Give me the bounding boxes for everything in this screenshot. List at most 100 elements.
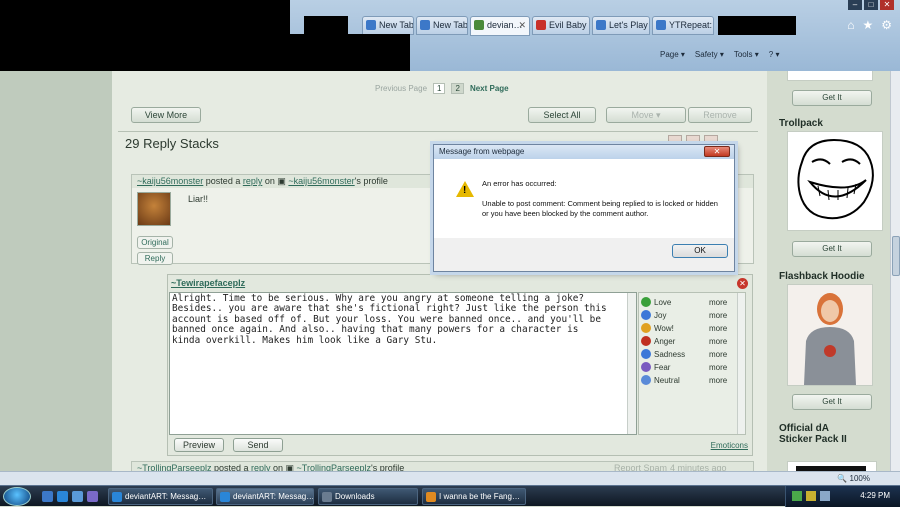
page-scrollbar[interactable] bbox=[890, 71, 900, 481]
redacted-region bbox=[290, 34, 410, 71]
get-it-button[interactable]: Get It bbox=[792, 241, 872, 257]
scrollbar-thumb[interactable] bbox=[892, 236, 900, 276]
media-player-icon[interactable] bbox=[87, 491, 98, 502]
ie-tab-icon bbox=[656, 20, 666, 30]
tab-ytrepeat[interactable]: YTRepeat:… bbox=[652, 16, 714, 35]
tab-new-tab-2[interactable]: New Tab bbox=[416, 16, 468, 35]
next-page-link[interactable]: Next Page bbox=[470, 84, 509, 93]
move-button[interactable]: Move ▾ bbox=[606, 107, 686, 123]
anger-emoticon-icon bbox=[641, 336, 651, 346]
hoodie-photo[interactable] bbox=[787, 284, 873, 386]
clock[interactable]: 4:29 PM bbox=[860, 491, 890, 500]
ok-button[interactable]: OK bbox=[672, 244, 728, 258]
mood-scrollbar[interactable] bbox=[737, 293, 745, 434]
comment-textarea[interactable]: Alright. Time to be serious. Why are you… bbox=[169, 292, 637, 435]
start-orb-icon[interactable] bbox=[3, 487, 31, 506]
sadness-emoticon-icon bbox=[641, 349, 651, 359]
product-title[interactable]: Official dA Sticker Pack II bbox=[779, 423, 849, 445]
remove-button[interactable]: Remove bbox=[688, 107, 752, 123]
system-tray: 4:29 PM bbox=[785, 486, 900, 507]
tab-deviantart[interactable]: devian… ✕ bbox=[470, 16, 530, 36]
message-dialog: Message from webpage ✕ ! An error has oc… bbox=[433, 144, 735, 272]
command-bar: Page ▾ Safety ▾ Tools ▾ ? ▾ bbox=[660, 50, 779, 59]
page-2-link[interactable]: 2 bbox=[451, 83, 464, 94]
firefox-icon bbox=[426, 492, 436, 502]
dialog-close-button[interactable]: ✕ bbox=[704, 146, 730, 157]
joy-emoticon-icon bbox=[641, 310, 651, 320]
tab-new-tab-1[interactable]: New Tab bbox=[362, 16, 414, 35]
get-it-button[interactable]: Get It bbox=[792, 394, 872, 410]
safety-menu[interactable]: Safety ▾ bbox=[695, 50, 724, 59]
section-divider bbox=[118, 131, 758, 132]
close-tab-icon[interactable]: ✕ bbox=[518, 17, 526, 34]
maximize-button[interactable]: □ bbox=[864, 0, 878, 10]
mood-anger[interactable]: Anger more bbox=[641, 336, 727, 346]
redacted-tab bbox=[304, 16, 348, 35]
original-button[interactable]: Original bbox=[137, 236, 173, 249]
reply-button[interactable]: Reply bbox=[137, 252, 173, 265]
emoticons-link[interactable]: Emoticons bbox=[711, 441, 748, 450]
textarea-scrollbar[interactable] bbox=[627, 293, 636, 434]
select-all-button[interactable]: Select All bbox=[528, 107, 596, 123]
hoodie-model-image bbox=[804, 293, 856, 385]
tab-lets-play[interactable]: Let's Play … bbox=[592, 16, 650, 35]
mood-wow[interactable]: Wow! more bbox=[641, 323, 727, 333]
taskbar-item-downloads[interactable]: Downloads bbox=[318, 488, 418, 505]
reply-form: ~Tewirapefaceplz ✕ Alright. Time to be s… bbox=[167, 274, 753, 456]
deviantart-tab-icon bbox=[474, 20, 484, 30]
taskbar-item-deviantart-2[interactable]: deviantART: Messag… bbox=[216, 488, 314, 505]
mood-joy[interactable]: Joy more bbox=[641, 310, 727, 320]
minimize-button[interactable]: – bbox=[848, 0, 862, 10]
ie-tab-icon bbox=[420, 20, 430, 30]
mood-neutral[interactable]: Neutral more bbox=[641, 375, 727, 385]
tab-evil-baby[interactable]: Evil Baby … bbox=[532, 16, 590, 35]
view-more-button[interactable]: View More bbox=[131, 107, 201, 123]
taskbar-item-deviantart-1[interactable]: deviantART: Messag… bbox=[108, 488, 213, 505]
mood-panel: Love more Joy more Wow! more Anger more Sadn… bbox=[638, 292, 746, 435]
reply-link[interactable]: reply bbox=[243, 176, 263, 186]
mood-love[interactable]: Love more bbox=[641, 297, 727, 307]
favorites-star-icon[interactable]: ★ bbox=[862, 18, 873, 32]
love-emoticon-icon bbox=[641, 297, 651, 307]
product-title[interactable]: Flashback Hoodie bbox=[779, 271, 865, 282]
taskbar-item-game[interactable]: I wanna be the Fang… bbox=[422, 488, 526, 505]
preview-button[interactable]: Preview bbox=[174, 438, 224, 452]
profile-icon: ▣ bbox=[277, 176, 289, 186]
favorites-buttons: ⌂ ★ ⚙ bbox=[847, 18, 892, 32]
window-controls: – □ ✕ bbox=[848, 0, 894, 10]
page-1-link[interactable]: 1 bbox=[433, 83, 446, 94]
pagination: Previous Page 1 2 Next Page bbox=[375, 83, 509, 94]
zoom-level[interactable]: 🔍 100% bbox=[837, 474, 870, 483]
tray-network-icon[interactable] bbox=[792, 491, 802, 501]
comment-author-link[interactable]: ~kaiju56monster bbox=[137, 176, 203, 186]
trollface-image[interactable] bbox=[787, 131, 883, 231]
page-menu[interactable]: Page ▾ bbox=[660, 50, 685, 59]
profile-owner-link[interactable]: ~kaiju56monster bbox=[288, 176, 354, 186]
show-desktop-icon[interactable] bbox=[42, 491, 53, 502]
settings-gear-icon[interactable]: ⚙ bbox=[881, 18, 892, 32]
dialog-message-detail: Unable to post comment: Comment being re… bbox=[482, 199, 718, 218]
product-title[interactable]: Trollpack bbox=[779, 118, 823, 129]
send-button[interactable]: Send bbox=[233, 438, 283, 452]
dialog-title: Message from webpage bbox=[439, 147, 525, 156]
mood-fear[interactable]: Fear more bbox=[641, 362, 727, 372]
reply-author-link[interactable]: ~Tewirapefaceplz bbox=[171, 278, 245, 288]
dialog-body: ! An error has occurred: Unable to post … bbox=[434, 159, 734, 238]
avatar[interactable] bbox=[137, 192, 171, 226]
help-menu[interactable]: ? ▾ bbox=[769, 50, 780, 59]
product-image-top[interactable] bbox=[787, 71, 873, 81]
tray-volume-icon[interactable] bbox=[820, 491, 830, 501]
tools-menu[interactable]: Tools ▾ bbox=[734, 50, 759, 59]
switch-windows-icon[interactable] bbox=[72, 491, 83, 502]
tray-security-icon[interactable] bbox=[806, 491, 816, 501]
youtube-tab-icon bbox=[536, 20, 546, 30]
wow-emoticon-icon bbox=[641, 323, 651, 333]
get-it-button[interactable]: Get It bbox=[792, 90, 872, 106]
close-reply-icon[interactable]: ✕ bbox=[737, 278, 748, 289]
ie-tab-icon bbox=[596, 20, 606, 30]
close-window-button[interactable]: ✕ bbox=[880, 0, 894, 10]
mood-sadness[interactable]: Sadness more bbox=[641, 349, 727, 359]
left-gutter bbox=[0, 71, 112, 481]
home-icon[interactable]: ⌂ bbox=[847, 18, 854, 32]
ie-quicklaunch-icon[interactable] bbox=[57, 491, 68, 502]
